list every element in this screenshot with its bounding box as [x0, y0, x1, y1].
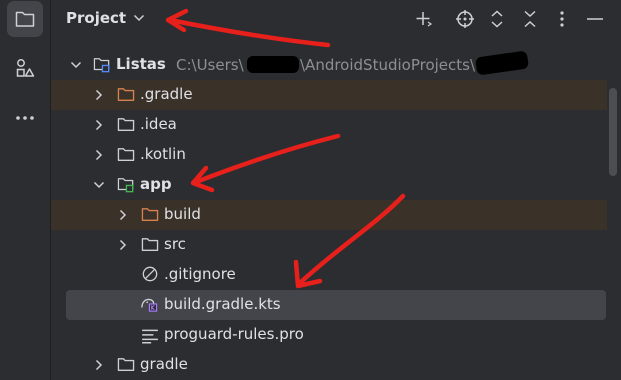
tree-label: build.gradle.kts	[164, 295, 281, 313]
more-horizontal-icon	[16, 116, 34, 120]
module-folder-icon	[117, 178, 134, 193]
folder-icon	[141, 238, 159, 251]
structure-tool-button[interactable]	[7, 50, 43, 86]
panel-title: Project	[66, 9, 127, 27]
ignore-file-icon	[142, 266, 158, 282]
folder-icon	[141, 208, 159, 221]
folder-icon	[117, 118, 135, 131]
redaction-mark	[247, 56, 299, 73]
add-button[interactable]	[414, 9, 434, 29]
folder-icon	[117, 148, 135, 161]
hide-button[interactable]	[585, 9, 605, 29]
project-root-folder-icon	[93, 58, 110, 73]
gradle-kotlin-file-icon	[141, 298, 158, 312]
tree-row[interactable]: .idea	[51, 110, 607, 140]
tree-row[interactable]: .kotlin	[51, 140, 607, 170]
tree-label: Listas	[116, 55, 166, 73]
chevron-right-icon[interactable]	[117, 239, 129, 251]
tree-label: .idea	[140, 115, 177, 133]
minimize-icon	[587, 18, 603, 20]
chevron-right-icon[interactable]	[93, 149, 105, 161]
locate-button[interactable]	[455, 9, 475, 29]
expand-all-button[interactable]	[487, 9, 507, 29]
tree-label: app	[140, 175, 172, 193]
root-path-mid: \AndroidStudioProjects\	[300, 56, 476, 74]
vertical-scrollbar[interactable]	[609, 88, 617, 176]
project-tool-button[interactable]	[7, 1, 43, 37]
chevron-right-icon[interactable]	[117, 209, 129, 221]
folder-icon	[117, 358, 135, 371]
tree-row[interactable]: app	[51, 170, 607, 200]
chevron-right-icon[interactable]	[93, 119, 105, 131]
locate-icon	[456, 10, 474, 28]
more-vertical-icon	[560, 11, 564, 27]
tree-label: src	[164, 235, 186, 253]
expand-all-icon	[491, 10, 503, 28]
chevron-right-icon[interactable]	[93, 89, 105, 101]
chevron-right-icon[interactable]	[93, 359, 105, 371]
tree-label: gradle	[140, 355, 188, 373]
add-icon	[416, 12, 433, 27]
tree-row[interactable]: proguard-rules.pro	[51, 320, 607, 350]
tree-row[interactable]: gradle	[51, 350, 607, 380]
tree-row[interactable]: .gradle	[51, 80, 607, 110]
view-selector[interactable]: Project	[66, 9, 145, 27]
folder-icon	[117, 88, 135, 101]
more-tool-windows-button[interactable]	[7, 100, 43, 136]
chevron-down-icon	[134, 14, 145, 22]
collapse-all-button[interactable]	[520, 9, 540, 29]
chevron-down-icon[interactable]	[93, 179, 105, 191]
text-file-icon	[142, 329, 158, 344]
chevron-down-icon[interactable]	[70, 59, 82, 71]
options-button[interactable]	[552, 9, 572, 29]
tree-row[interactable]: .gitignore	[51, 260, 607, 290]
tree-label: .kotlin	[140, 145, 186, 163]
tree-row[interactable]: build	[51, 200, 607, 230]
tree-label: .gradle	[140, 85, 193, 103]
tree-label: .gitignore	[164, 265, 236, 283]
collapse-all-icon	[524, 10, 536, 28]
project-folder-icon	[15, 11, 35, 27]
tree-row[interactable]: src	[51, 230, 607, 260]
tree-label: proguard-rules.pro	[164, 325, 304, 343]
tree-label: build	[164, 205, 201, 223]
tool-window-stripe	[0, 0, 51, 380]
tree-row-selected[interactable]: build.gradle.kts	[66, 290, 606, 320]
root-path-prefix: C:\Users\	[176, 56, 244, 74]
structure-icon	[16, 59, 35, 77]
project-panel-header: Project	[51, 0, 621, 38]
